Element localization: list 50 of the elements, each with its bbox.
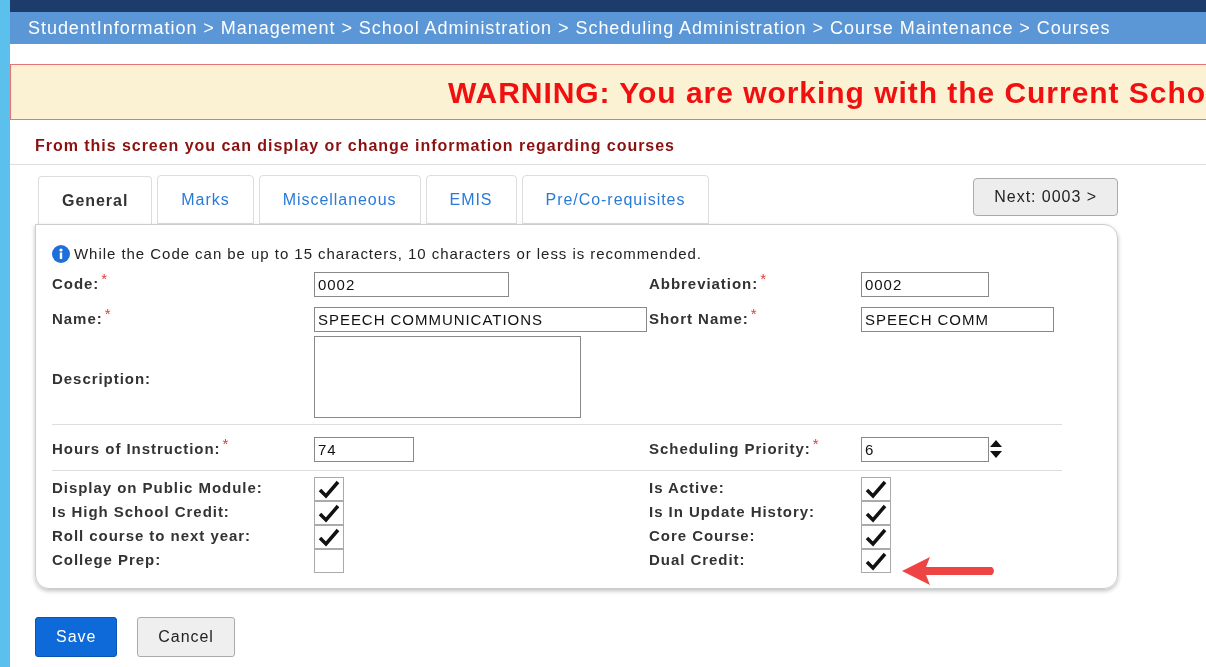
checkbox-label: Roll course to next year:	[52, 526, 253, 547]
checkbox-label: Is High School Credit:	[52, 502, 231, 523]
checkbox-label: Dual Credit:	[649, 550, 747, 571]
text-field[interactable]: SPEECH COMM	[861, 306, 1054, 332]
field-label: Abbreviation:	[649, 273, 759, 294]
text-field[interactable]: 0002	[314, 271, 509, 297]
tab[interactable]: Pre/Co-requisites	[521, 175, 710, 224]
text-field[interactable]: 0002	[861, 271, 989, 297]
checkbox[interactable]	[314, 548, 344, 573]
checkbox[interactable]	[861, 500, 891, 525]
checkbox[interactable]	[314, 524, 344, 549]
checkbox-label: College Prep:	[52, 550, 163, 571]
field-label: Description:	[52, 369, 152, 390]
intro-text: From this screen you can display or change information regarding courses	[35, 137, 675, 154]
next-button[interactable]: Next: 0003 >	[973, 178, 1118, 216]
required-mark: *	[222, 437, 230, 450]
cancel-button[interactable]: Cancel	[137, 617, 235, 657]
required-mark: *	[750, 307, 758, 320]
checkbox-label: Display on Public Module:	[52, 478, 264, 499]
field-label: Hours of Instruction:	[52, 438, 221, 459]
text-field[interactable]: 74	[314, 436, 414, 462]
required-mark: *	[760, 272, 767, 285]
field-label: Scheduling Priority:	[649, 438, 811, 459]
warning-text: WARNING: You are working with the Current Scho	[447, 74, 1206, 111]
checkbox[interactable]	[314, 500, 344, 525]
checkbox[interactable]	[861, 548, 891, 573]
spinner-icon[interactable]	[989, 438, 1003, 460]
checkbox[interactable]	[861, 524, 891, 549]
number-field[interactable]: 6	[861, 436, 989, 462]
save-button[interactable]: Save	[35, 617, 118, 657]
info-icon	[52, 245, 70, 264]
field-label: Short Name:	[649, 308, 749, 329]
field-label: Name:	[52, 308, 103, 329]
info-note: While the Code can be up to 15 characters, 10 characters or less is recommended.	[74, 244, 702, 264]
tab[interactable]: EMIS	[425, 175, 517, 224]
checkbox-label: Core Course:	[649, 526, 757, 547]
required-mark: *	[101, 272, 109, 285]
checkbox-label: Is Active:	[649, 478, 726, 499]
checkbox[interactable]	[314, 476, 344, 501]
breadcrumb: StudentInformation > Management > School Administration > Scheduling Administration > Course Maintenance > Courses	[28, 16, 1111, 40]
field-label: Code:	[52, 273, 100, 294]
description-field[interactable]	[314, 335, 581, 418]
tab[interactable]: Marks	[157, 175, 254, 224]
text-field[interactable]: SPEECH COMMUNICATIONS	[314, 306, 647, 332]
tab[interactable]: General	[38, 176, 153, 225]
checkbox[interactable]	[861, 476, 891, 501]
required-mark: *	[104, 307, 112, 320]
required-mark: *	[812, 437, 820, 450]
checkbox-label: Is In Update History:	[649, 502, 816, 523]
tab[interactable]: Miscellaneous	[258, 175, 421, 224]
